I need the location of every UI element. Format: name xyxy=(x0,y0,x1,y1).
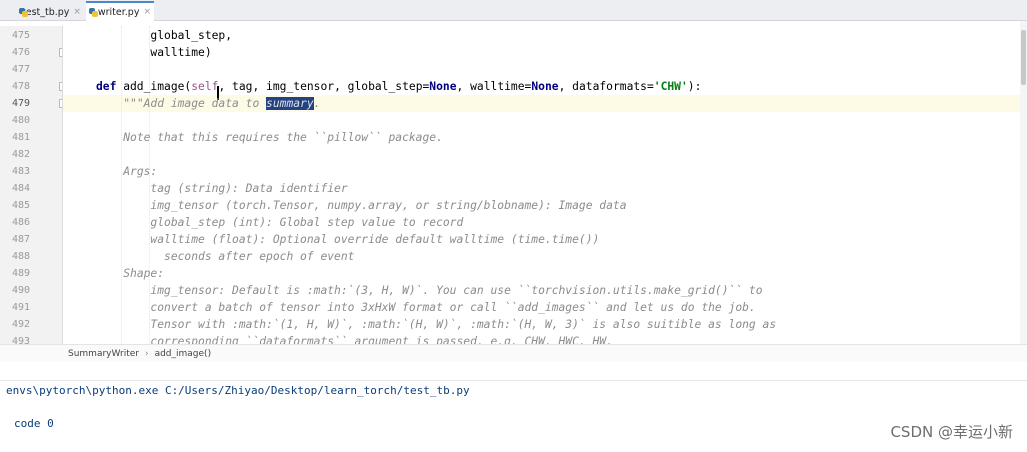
code-line: Note that this requires the ``pillow`` p… xyxy=(123,131,443,144)
panel-divider[interactable] xyxy=(0,362,1027,380)
python-file-icon xyxy=(89,7,98,17)
text-selection: summary xyxy=(266,97,314,110)
code-line: corresponding ``dataformats`` argument i… xyxy=(150,335,613,344)
code-line: convert a batch of tensor into 3xHxW for… xyxy=(150,301,756,314)
keyword: def xyxy=(96,80,117,93)
code-line: global_step (int): Global step value to … xyxy=(150,216,464,229)
line-number: 490 xyxy=(12,285,31,296)
tab-writer[interactable]: writer.py × xyxy=(86,1,154,21)
line-number: 489 xyxy=(12,268,31,279)
code-line: global_step, xyxy=(150,29,233,42)
code-line-docstring: """Add image data to summary. xyxy=(123,97,321,110)
line-number: 486 xyxy=(12,217,31,228)
line-number: 485 xyxy=(12,200,31,211)
tab-test-tb[interactable]: test_tb.py × xyxy=(16,3,81,21)
line-number: 488 xyxy=(12,251,31,262)
line-number: 478 xyxy=(12,81,31,92)
console-output: code 0 xyxy=(14,417,54,430)
breadcrumb-item-class[interactable]: SummaryWriter xyxy=(68,349,139,359)
line-number: 491 xyxy=(12,302,31,313)
line-number: 493 xyxy=(12,336,31,344)
code-line: Args: xyxy=(123,165,158,178)
line-number: 481 xyxy=(12,132,31,143)
line-number-current: 479 xyxy=(12,98,31,109)
line-number: 477 xyxy=(12,64,31,75)
line-number: 482 xyxy=(12,149,31,160)
line-number: 475 xyxy=(12,30,31,41)
line-number: 492 xyxy=(12,319,31,330)
line-number-gutter[interactable]: 475 476 477 478 479 480 481 482 483 484 … xyxy=(0,26,62,344)
code-line: walltime (float): Optional override defa… xyxy=(150,233,600,246)
code-line: img_tensor: Default is :math:`(3, H, W)`… xyxy=(150,284,763,297)
console-command: envs\pytorch\python.exe C:/Users/Zhiyao/… xyxy=(6,384,470,397)
line-number: 484 xyxy=(12,183,31,194)
self-param: self xyxy=(191,80,219,93)
code-line: walltime) xyxy=(150,46,212,59)
chevron-right-icon: › xyxy=(144,348,149,359)
code-line: tag (string): Data identifier xyxy=(150,182,348,195)
breadcrumb-item-method[interactable]: add_image() xyxy=(155,349,212,359)
editor-tab-bar: test_tb.py × writer.py × xyxy=(0,0,1027,21)
scrollbar-thumb[interactable] xyxy=(1021,30,1026,85)
tab-label: writer.py xyxy=(97,6,140,18)
close-icon[interactable]: × xyxy=(73,7,81,17)
close-icon[interactable]: × xyxy=(143,7,151,17)
line-number: 476 xyxy=(12,47,31,58)
code-editor[interactable]: global_step, walltime) def add_image(sel… xyxy=(62,26,1021,344)
tab-label: test_tb.py xyxy=(22,6,70,18)
line-number: 487 xyxy=(12,234,31,245)
string-literal: 'CHW' xyxy=(653,80,688,93)
code-line: seconds after epoch of event xyxy=(164,250,355,263)
code-line: Tensor with :math:`(1, H, W)`, :math:`(H… xyxy=(150,318,777,331)
run-console[interactable]: envs\pytorch\python.exe C:/Users/Zhiyao/… xyxy=(0,380,1027,452)
line-number: 483 xyxy=(12,166,31,177)
line-number: 480 xyxy=(12,115,31,126)
code-line: img_tensor (torch.Tensor, numpy.array, o… xyxy=(150,199,627,212)
code-line: Shape: xyxy=(123,267,165,280)
watermark: CSDN @幸运小新 xyxy=(890,423,1013,441)
code-line-def: def add_image(self, tag, img_tensor, glo… xyxy=(96,80,702,93)
breadcrumb: SummaryWriter › add_image() xyxy=(0,344,1027,362)
